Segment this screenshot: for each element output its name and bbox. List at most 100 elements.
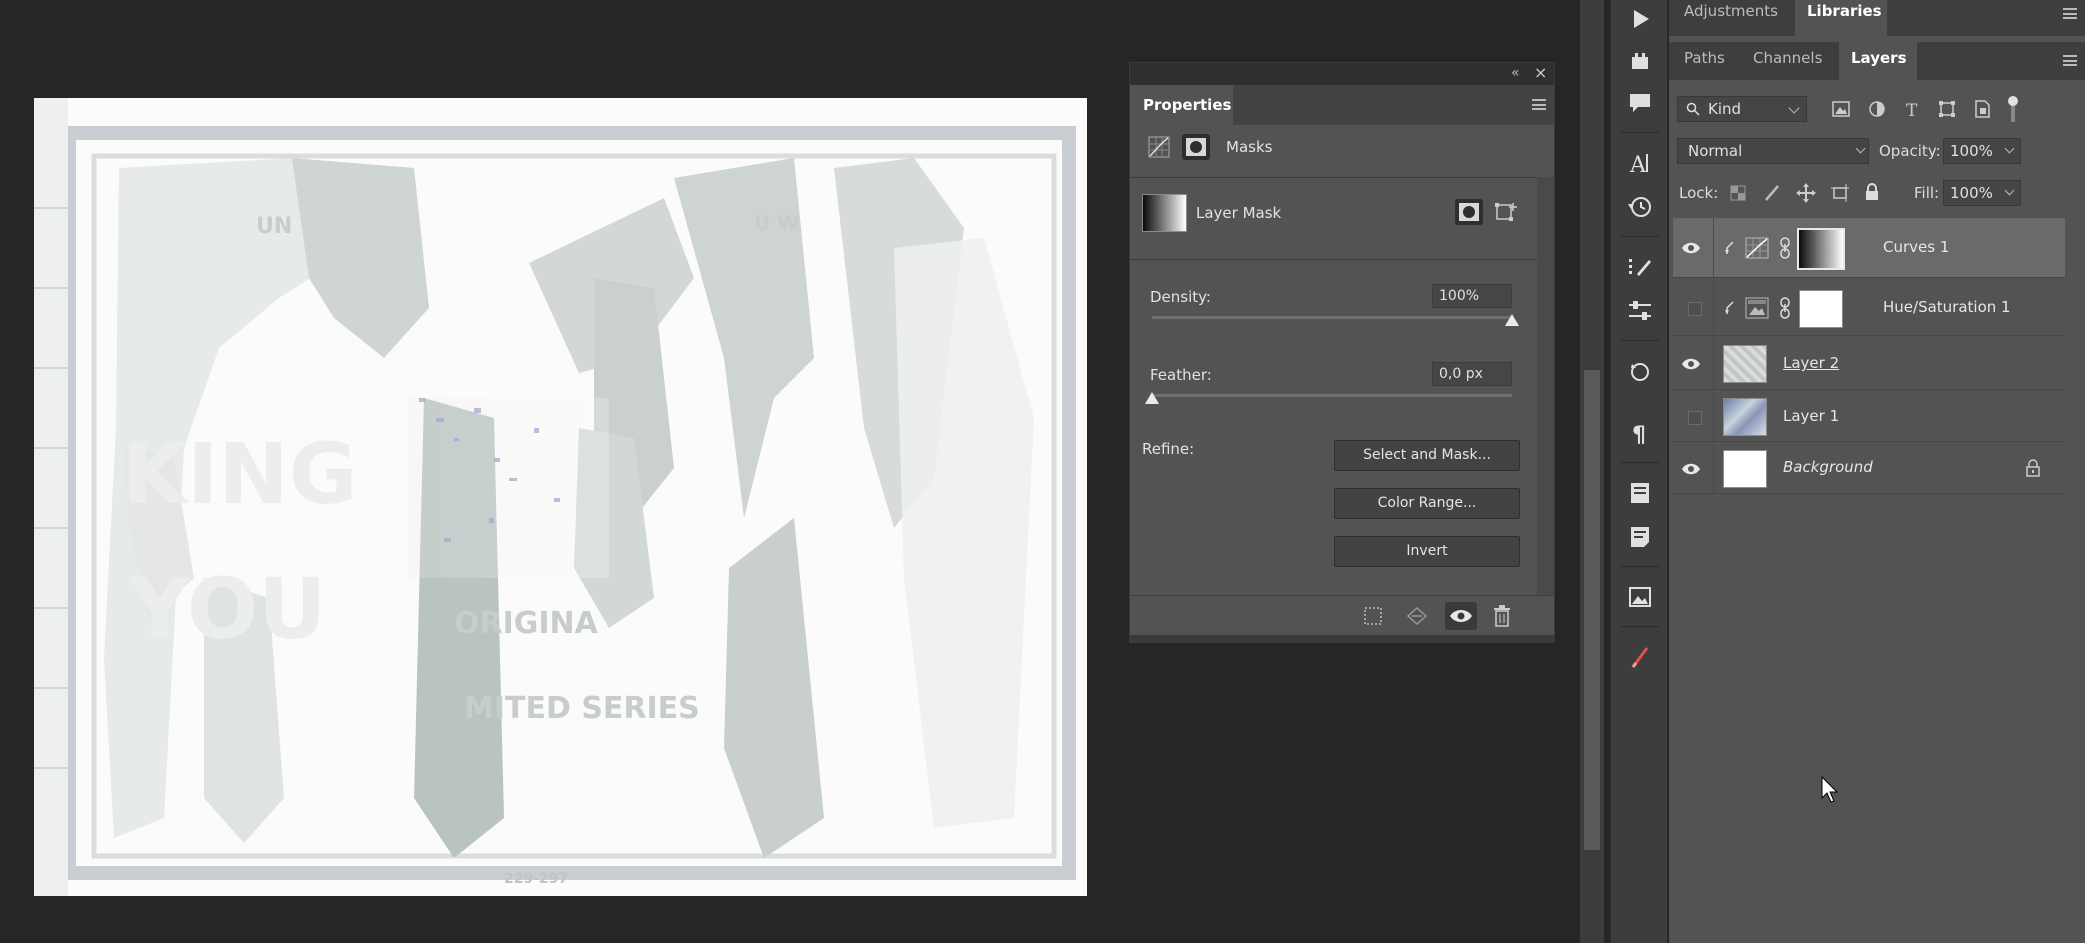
document-scrollbar-thumb[interactable] xyxy=(1584,370,1600,850)
filter-type-icon[interactable]: T xyxy=(1902,99,1922,119)
density-slider-thumb[interactable] xyxy=(1505,314,1519,326)
select-and-mask-button[interactable]: Select and Mask... xyxy=(1334,440,1520,471)
tab-paths[interactable]: Paths xyxy=(1669,42,1741,80)
layer-filter-dropdown[interactable]: Kind xyxy=(1677,96,1807,122)
paragraph-icon[interactable]: ¶ xyxy=(1625,418,1655,448)
opacity-label: Opacity: xyxy=(1879,142,1941,160)
filter-pixel-icon[interactable] xyxy=(1831,99,1851,119)
tab-adjustments[interactable]: Adjustments xyxy=(1669,0,1795,36)
feather-slider-track[interactable] xyxy=(1152,394,1512,397)
panel-menu-icon[interactable] xyxy=(1532,99,1546,110)
visibility-eye-icon[interactable] xyxy=(1681,459,1701,479)
filter-shape-icon[interactable] xyxy=(1937,99,1957,119)
visibility-eye-icon[interactable] xyxy=(1681,238,1701,258)
layer-name[interactable]: Curves 1 xyxy=(1883,238,1949,256)
layer-row-curves[interactable]: Curves 1 xyxy=(1673,218,2065,278)
add-vector-mask-icon[interactable] xyxy=(1494,201,1518,223)
background-lock-icon[interactable] xyxy=(2025,459,2041,477)
adjustment-curves-icon[interactable] xyxy=(1148,136,1170,158)
visibility-toggle-empty[interactable] xyxy=(1688,302,1702,316)
filter-kind-label: Kind xyxy=(1708,100,1742,118)
properties-scrollbar[interactable] xyxy=(1537,177,1554,597)
collapse-panel-icon[interactable]: « xyxy=(1511,65,1520,81)
feather-slider-thumb[interactable] xyxy=(1145,392,1159,404)
layer-name[interactable]: Background xyxy=(1783,458,1873,476)
visibility-eye-icon[interactable] xyxy=(1681,354,1701,374)
close-panel-icon[interactable]: × xyxy=(1534,63,1547,82)
hue-saturation-mask-thumbnail[interactable] xyxy=(1799,290,1843,328)
layer-2-thumbnail[interactable] xyxy=(1723,345,1767,383)
layer-row-layer-1[interactable]: Layer 1 xyxy=(1673,392,2065,442)
density-input[interactable]: 100% xyxy=(1432,284,1512,308)
layer-row-background[interactable]: Background xyxy=(1673,444,2065,494)
plugins-icon[interactable] xyxy=(1625,47,1655,77)
properties-panel: « × Properties Masks Layer Mask Density:… xyxy=(1129,62,1555,643)
load-selection-from-mask-icon[interactable] xyxy=(1363,606,1383,626)
timeline-icon[interactable] xyxy=(1625,356,1655,386)
top-tabbar: Adjustments Libraries xyxy=(1669,0,2085,36)
layers-tabbar: Paths Channels Layers xyxy=(1669,42,2085,80)
clipping-arrow-icon xyxy=(1725,301,1734,314)
tab-libraries[interactable]: Libraries xyxy=(1795,0,1887,36)
brush-settings-icon[interactable] xyxy=(1625,252,1655,282)
select-pixel-mask-icon[interactable] xyxy=(1455,199,1483,225)
document-canvas[interactable]: UN U W KING YOU ORIGINA MITED SERIES 229… xyxy=(34,98,1087,896)
layer-1-thumbnail[interactable] xyxy=(1723,398,1767,436)
layer-name[interactable]: Hue/Saturation 1 xyxy=(1883,298,2011,316)
image-landscape-icon[interactable] xyxy=(1625,582,1655,612)
brush-preset-icon[interactable] xyxy=(1625,642,1655,672)
mouse-cursor-icon xyxy=(1821,776,1839,803)
visibility-toggle-empty[interactable] xyxy=(1688,411,1702,425)
filter-smart-object-icon[interactable] xyxy=(1972,99,1992,119)
adjustment-sliders-icon[interactable] xyxy=(1625,296,1655,326)
properties-titlebar[interactable]: « × xyxy=(1130,63,1554,85)
filter-adjustment-icon[interactable] xyxy=(1867,99,1887,119)
lock-all-icon[interactable] xyxy=(1863,182,1881,202)
layer-mask-thumbnail xyxy=(1142,194,1187,232)
apply-mask-icon[interactable] xyxy=(1406,606,1428,626)
mask-link-icon[interactable] xyxy=(1779,296,1791,320)
tab-layers[interactable]: Layers xyxy=(1839,42,1917,80)
canvas-text-uw: U W xyxy=(754,211,799,235)
top-panel-menu-icon[interactable] xyxy=(2063,8,2077,19)
tab-channels[interactable]: Channels xyxy=(1741,42,1839,80)
libraries-book-icon[interactable] xyxy=(1625,478,1655,508)
blend-mode-dropdown[interactable]: Normal xyxy=(1677,138,1869,164)
actions-play-icon[interactable] xyxy=(1625,4,1655,34)
panel-resize-grip[interactable] xyxy=(1130,635,1554,643)
delete-mask-icon[interactable] xyxy=(1492,605,1512,627)
layers-panel-group: Adjustments Libraries Paths Channels Lay… xyxy=(1669,0,2085,943)
filter-toggle-icon[interactable] xyxy=(2006,94,2020,124)
lock-position-icon[interactable] xyxy=(1796,183,1816,203)
search-icon xyxy=(1686,102,1700,116)
layer-row-hue-saturation[interactable]: Hue/Saturation 1 xyxy=(1673,280,2065,336)
comments-icon[interactable] xyxy=(1625,88,1655,118)
density-slider-track[interactable] xyxy=(1152,316,1512,319)
mask-mode-icon[interactable] xyxy=(1182,134,1210,160)
canvas-text-original: ORIGINA xyxy=(454,606,599,641)
tab-properties[interactable]: Properties xyxy=(1130,85,1233,125)
invert-button[interactable]: Invert xyxy=(1334,536,1520,567)
background-thumbnail[interactable] xyxy=(1723,450,1767,488)
layer-row-layer-2[interactable]: Layer 2 xyxy=(1673,338,2065,390)
toggle-mask-visibility-icon[interactable] xyxy=(1445,602,1477,630)
mask-link-icon[interactable] xyxy=(1779,236,1791,260)
canvas-text-number: 229-297 xyxy=(504,871,568,887)
masks-header: Masks xyxy=(1130,125,1554,169)
curves-mask-thumbnail[interactable] xyxy=(1797,228,1845,270)
layers-panel-menu-icon[interactable] xyxy=(2063,55,2077,66)
lock-image-pixels-icon[interactable] xyxy=(1762,183,1782,203)
notes-icon[interactable] xyxy=(1625,522,1655,552)
layer-mask-label: Layer Mask xyxy=(1196,204,1282,222)
density-label: Density: xyxy=(1150,288,1211,306)
feather-input[interactable]: 0,0 px xyxy=(1432,362,1512,386)
canvas-text-king: KING xyxy=(122,425,358,523)
layer-name[interactable]: Layer 1 xyxy=(1783,407,1839,425)
lock-artboard-icon[interactable] xyxy=(1830,183,1850,203)
history-icon[interactable] xyxy=(1625,192,1655,222)
character-icon[interactable]: A xyxy=(1625,148,1655,178)
layer-name[interactable]: Layer 2 xyxy=(1783,354,1839,372)
curves-adjustment-icon xyxy=(1745,237,1769,259)
color-range-button[interactable]: Color Range... xyxy=(1334,488,1520,519)
lock-transparent-pixels-icon[interactable] xyxy=(1729,184,1747,202)
